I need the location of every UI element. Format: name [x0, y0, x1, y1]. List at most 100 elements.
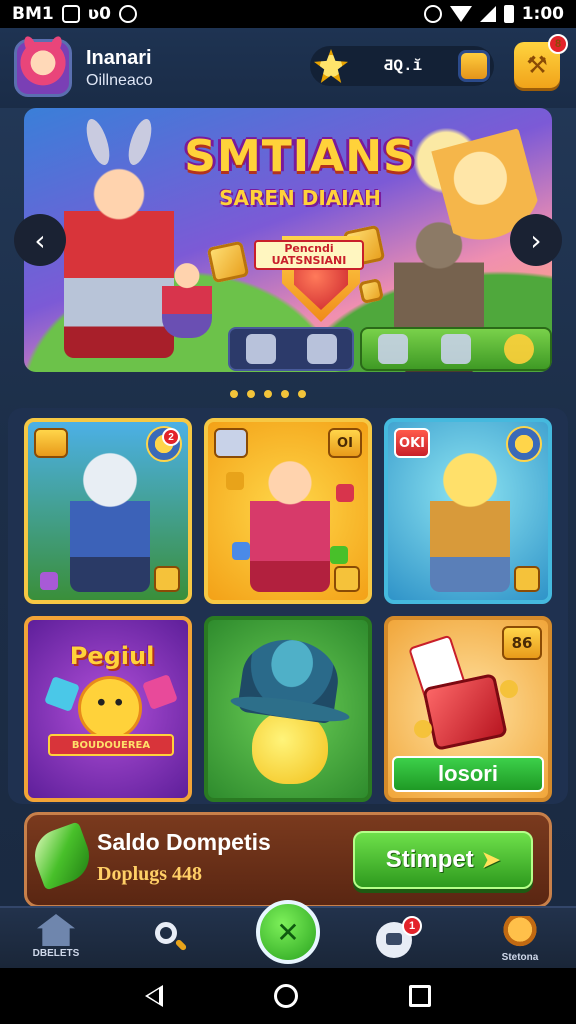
tile-ribbon: BOUDOUEREA — [48, 734, 174, 756]
tile-hero-pink[interactable]: OI — [204, 418, 372, 604]
signal-icon — [479, 6, 496, 22]
carousel-dot[interactable] — [264, 390, 272, 398]
star-icon — [334, 566, 360, 592]
home-circle-icon[interactable] — [273, 984, 298, 1008]
banner-sidekick-illustration — [162, 258, 212, 338]
hammer-badge: 8 — [548, 34, 568, 54]
recents-icon[interactable] — [408, 985, 431, 1007]
chest-icon[interactable] — [458, 50, 490, 82]
gem-icon — [330, 546, 348, 564]
carousel-dot[interactable] — [281, 390, 289, 398]
status-time: 1:00 — [521, 4, 564, 24]
status-carrier: BM1 — [12, 4, 54, 24]
nav-trophy-label: Stetona — [501, 952, 539, 963]
shield-reward-icon[interactable] — [245, 334, 276, 364]
promo-banner[interactable]: SMTIANS SAREN DIAIAH Pencndi UATSNSIANI — [24, 108, 552, 372]
cube-icon — [214, 428, 248, 458]
balance-title: Saldo Dompetis — [97, 829, 271, 855]
hammer-icon: ⚒ — [526, 51, 548, 79]
hammer-button[interactable]: ⚒ 8 — [514, 34, 568, 88]
dice-icon — [422, 673, 508, 751]
hero-illustration — [430, 452, 510, 592]
medal-reward-icon[interactable] — [503, 334, 534, 364]
sync-icon — [118, 5, 137, 23]
chat-badge: 1 — [402, 916, 422, 936]
tile-corner-label: 86 — [502, 626, 542, 660]
search-icon — [153, 920, 187, 954]
status-extra: ʋ0 — [87, 4, 111, 24]
nav-search[interactable] — [130, 914, 210, 968]
currency-value: ƋQ.ĭ — [383, 57, 423, 75]
sword-reward-icon[interactable] — [306, 334, 337, 364]
banner-next-button[interactable]: › — [510, 214, 562, 266]
tile-hat-critter[interactable] — [204, 616, 372, 802]
carousel-dots — [230, 390, 306, 398]
system-navigation — [0, 968, 576, 1024]
wallet-balance-bar: Saldo Dompetis Doplugs 448 Stimpet ➤ — [24, 812, 552, 908]
home-icon — [37, 914, 75, 946]
hero-illustration — [70, 452, 150, 592]
banner-subtitle: SAREN DIAIAH — [219, 186, 381, 210]
arrow-right-icon: ➤ — [481, 847, 501, 872]
tile-title: Pegiul — [69, 642, 155, 670]
gem-icon — [206, 240, 250, 284]
banner-title: SMTIANS — [184, 131, 416, 182]
currency-display[interactable]: ƋQ.ĭ — [310, 46, 494, 86]
tile-badge: 2 — [162, 428, 180, 446]
gem-icon — [40, 572, 58, 590]
banner-prev-button[interactable]: ‹ — [14, 214, 66, 266]
gem-icon — [232, 542, 250, 560]
sword-emblem-icon — [506, 426, 542, 462]
tile-hero-gold[interactable]: OKI — [384, 418, 552, 604]
status-right: 1:00 — [423, 4, 564, 24]
bolt-icon — [514, 566, 540, 592]
user-name: Inanari — [86, 46, 152, 69]
tile-play-button[interactable]: losori — [392, 756, 544, 792]
notification-icon — [61, 5, 80, 23]
alarm-icon — [423, 5, 442, 23]
chest-icon — [34, 428, 68, 458]
user-subtitle: Oillneaco — [86, 71, 153, 89]
gem-icon — [142, 674, 178, 710]
app-header: Inanari Oillneaco ƋQ.ĭ ⚒ 8 — [0, 28, 576, 108]
tile-dice[interactable]: 86 losori — [384, 616, 552, 802]
camera-reward-icon[interactable] — [440, 334, 471, 364]
hero-illustration — [250, 452, 330, 592]
nav-home[interactable]: DBELETS — [16, 914, 96, 968]
tools-reward-icon[interactable] — [378, 334, 409, 364]
wallet-action-label: Stimpet — [385, 846, 474, 873]
nav-trophy[interactable]: Stetona — [480, 914, 560, 968]
bottom-navigation: DBELETS ✕ 1 Stetona — [0, 900, 576, 968]
carousel-dot[interactable] — [298, 390, 306, 398]
nav-chat[interactable]: 1 — [354, 914, 434, 968]
gem-icon — [336, 484, 354, 502]
gem-icon — [226, 472, 244, 490]
trophy-icon — [503, 916, 537, 950]
nav-home-label: DBELETS — [32, 948, 80, 959]
coin-icon — [314, 49, 348, 83]
sword-emblem-icon: 2 — [146, 426, 182, 462]
leaf-gem-icon — [27, 821, 97, 891]
status-bar: BM1 ʋ0 1:00 — [0, 0, 576, 28]
tray-left — [228, 327, 354, 371]
carousel-dot[interactable] — [247, 390, 255, 398]
user-info: Inanari Oillneaco — [86, 47, 153, 90]
banner-reward-tray — [228, 326, 552, 372]
tile-hero-blue[interactable]: 2 — [24, 418, 192, 604]
mascot-face-icon — [78, 676, 142, 740]
avatar[interactable] — [14, 39, 72, 97]
banner-hero-illustration — [64, 148, 174, 358]
battery-icon — [503, 5, 514, 23]
tile-corner-label: OKI — [394, 428, 430, 458]
sword-icon — [154, 566, 180, 592]
wifi-icon — [449, 6, 472, 22]
coin-icon — [500, 680, 518, 698]
coin-icon — [414, 720, 432, 738]
nav-center-button[interactable]: ✕ — [256, 900, 320, 964]
tile-corner-label: OI — [328, 428, 362, 458]
tile-festival[interactable]: Pegiul BOUDOUEREA — [24, 616, 192, 802]
carousel-dot[interactable] — [230, 390, 238, 398]
shield-label: Pencndi UATSNSIANI — [254, 240, 364, 270]
wallet-action-button[interactable]: Stimpet ➤ — [353, 831, 533, 889]
back-icon[interactable] — [145, 985, 164, 1007]
